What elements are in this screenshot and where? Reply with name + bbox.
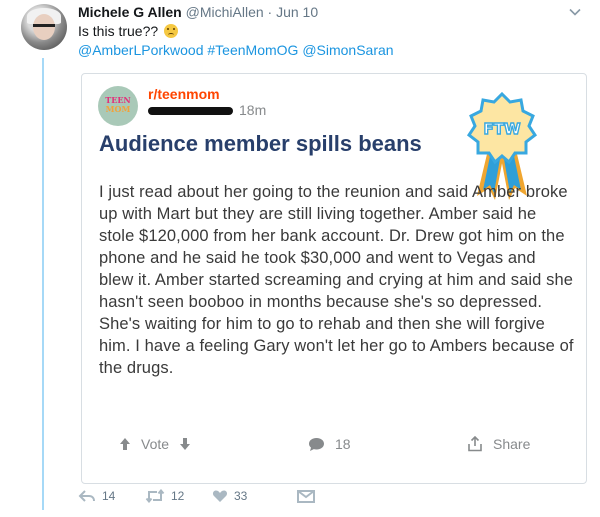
retweet-button[interactable]: 12 — [145, 489, 184, 503]
redacted-username — [148, 107, 233, 115]
retweet-count: 12 — [171, 489, 185, 503]
badge-label: FTW — [483, 120, 520, 138]
subreddit-logo: TEEN MOM — [98, 86, 138, 126]
author-name[interactable]: Michele G Allen — [78, 4, 182, 20]
thread-line — [42, 58, 44, 510]
tweet-text: Is this true?? — [78, 22, 179, 40]
downvote-arrow-icon[interactable] — [179, 437, 191, 451]
tweet-mentions: @AmberLPorkwood #TeenMomOG @SimonSaran — [78, 41, 394, 59]
tweet-text-content: Is this true?? — [78, 23, 159, 39]
comments-count: 18 — [335, 436, 351, 452]
post-body: I just read about her going to the reuni… — [99, 183, 574, 377]
heart-icon — [212, 490, 228, 502]
author-handle[interactable]: @MichiAllen — [186, 4, 264, 20]
tweet-time[interactable]: Jun 10 — [276, 4, 318, 20]
direct-message-button[interactable] — [297, 489, 315, 503]
header-separator: · — [267, 4, 273, 20]
chevron-down-icon[interactable] — [568, 5, 582, 19]
avatar-glasses — [33, 24, 55, 33]
retweet-icon — [145, 489, 165, 503]
envelope-icon — [297, 490, 315, 503]
worried-face-icon — [164, 24, 179, 38]
like-button[interactable]: 33 — [212, 489, 247, 503]
post-time: 18m — [239, 102, 267, 118]
mention-link[interactable]: @AmberLPorkwood — [78, 42, 204, 58]
reply-count: 14 — [102, 489, 116, 503]
share-button[interactable]: Share — [467, 436, 530, 452]
like-count: 33 — [234, 489, 248, 503]
tweet-header: Michele G Allen @MichiAllen · Jun 10 — [78, 3, 318, 21]
reply-button[interactable]: 14 — [78, 489, 115, 503]
mention-link[interactable]: @SimonSaran — [302, 42, 393, 58]
reply-icon — [78, 490, 95, 502]
vote-label: Vote — [141, 436, 170, 452]
share-label: Share — [493, 436, 531, 452]
subreddit-name[interactable]: r/teenmom — [148, 86, 220, 102]
logo-text-line2: MOM — [105, 104, 131, 114]
post-title: Audience member spills beans — [99, 131, 422, 156]
vote-control[interactable]: Vote — [119, 436, 191, 452]
hashtag-link[interactable]: #TeenMomOG — [207, 42, 298, 58]
share-icon — [468, 436, 482, 452]
reddit-post-card[interactable]: TEEN MOM r/teenmom 18m Audience member s… — [81, 73, 587, 484]
comment-bubble-icon — [309, 437, 324, 451]
author-avatar[interactable] — [21, 4, 67, 50]
comments-button[interactable]: 18 — [308, 436, 351, 452]
post-actions: Vote 18 Share — [82, 434, 586, 456]
upvote-arrow-icon[interactable] — [119, 437, 131, 451]
